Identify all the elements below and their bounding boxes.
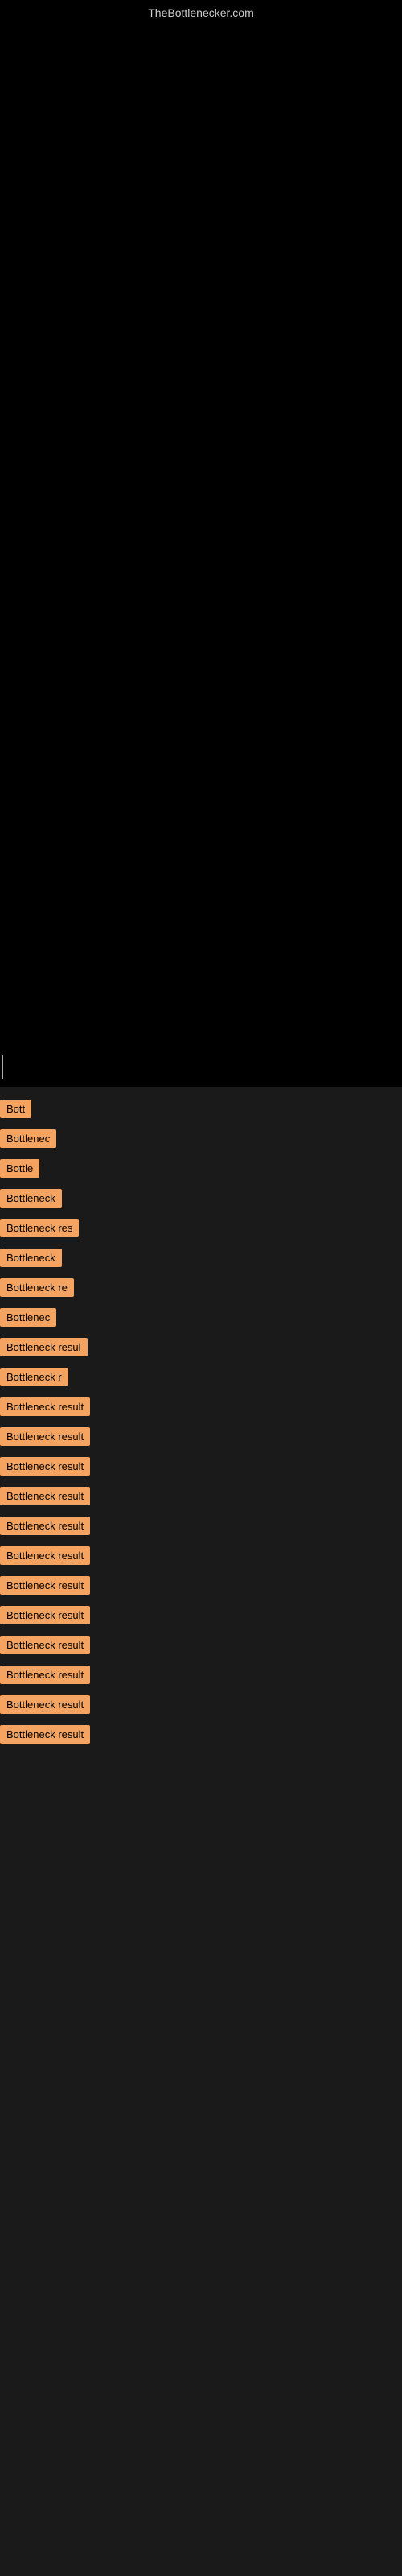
bottleneck-result-label: Bottleneck result <box>0 1457 90 1476</box>
list-item: Bottleneck result <box>0 1571 402 1600</box>
list-item: Bottleneck result <box>0 1422 402 1451</box>
list-item: Bott <box>0 1095 402 1123</box>
list-item: Bottleneck resul <box>0 1333 402 1361</box>
list-item: Bottleneck re <box>0 1274 402 1302</box>
list-item: Bottleneck result <box>0 1661 402 1689</box>
list-item: Bottleneck result <box>0 1720 402 1748</box>
bottleneck-result-label: Bottleneck res <box>0 1219 79 1237</box>
bottleneck-result-label: Bottle <box>0 1159 39 1178</box>
list-item: Bottlenec <box>0 1125 402 1153</box>
bottleneck-result-label: Bottleneck result <box>0 1517 90 1535</box>
bottleneck-result-label: Bottleneck result <box>0 1606 90 1624</box>
bottleneck-result-label: Bott <box>0 1100 31 1118</box>
list-item: Bottleneck result <box>0 1482 402 1510</box>
bottleneck-result-label: Bottleneck <box>0 1249 62 1267</box>
bottleneck-result-label: Bottleneck result <box>0 1666 90 1684</box>
list-item: Bottleneck result <box>0 1601 402 1629</box>
list-item: Bottleneck res <box>0 1214 402 1242</box>
cursor-line <box>2 1055 3 1079</box>
list-item: Bottleneck result <box>0 1393 402 1421</box>
bottleneck-result-label: Bottleneck r <box>0 1368 68 1386</box>
list-item: Bottleneck r <box>0 1363 402 1391</box>
list-item: Bottleneck <box>0 1244 402 1272</box>
bottleneck-result-label: Bottleneck result <box>0 1636 90 1654</box>
site-title: TheBottlenecker.com <box>148 6 254 19</box>
list-item: Bottleneck result <box>0 1512 402 1540</box>
list-item: Bottle <box>0 1154 402 1183</box>
bottleneck-result-label: Bottleneck result <box>0 1427 90 1446</box>
black-background-area <box>0 0 402 1087</box>
bottleneck-result-label: Bottlenec <box>0 1129 56 1148</box>
list-item: Bottleneck <box>0 1184 402 1212</box>
list-item: Bottleneck result <box>0 1452 402 1480</box>
list-item: Bottleneck result <box>0 1690 402 1719</box>
bottleneck-result-label: Bottlenec <box>0 1308 56 1327</box>
bottleneck-result-label: Bottleneck resul <box>0 1338 88 1356</box>
bottleneck-result-label: Bottleneck result <box>0 1576 90 1595</box>
bottleneck-result-label: Bottleneck result <box>0 1725 90 1744</box>
bottleneck-result-label: Bottleneck result <box>0 1397 90 1416</box>
bottleneck-result-label: Bottleneck result <box>0 1546 90 1565</box>
bottleneck-result-label: Bottleneck result <box>0 1487 90 1505</box>
bottleneck-result-label: Bottleneck result <box>0 1695 90 1714</box>
bottleneck-items-container: Bott Bottlenec Bottle Bottleneck Bottleneck … <box>0 1095 402 1750</box>
bottleneck-result-label: Bottleneck <box>0 1189 62 1208</box>
bottleneck-result-label: Bottleneck re <box>0 1278 74 1297</box>
list-item: Bottleneck result <box>0 1542 402 1570</box>
list-item: Bottleneck result <box>0 1631 402 1659</box>
list-item: Bottlenec <box>0 1303 402 1331</box>
